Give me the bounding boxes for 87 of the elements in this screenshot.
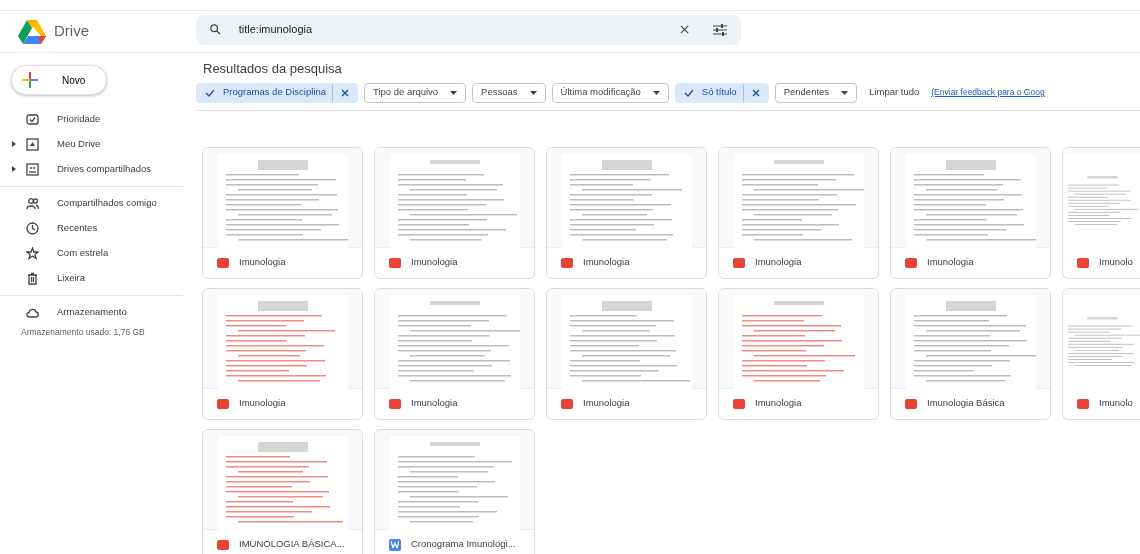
pdf-file-icon: [389, 257, 401, 268]
file-card[interactable]: Imunologia: [718, 287, 879, 420]
sidebar-item[interactable]: Armazenamento: [0, 300, 196, 325]
feedback-link[interactable]: (Enviar feedback para o Goog: [931, 86, 1045, 99]
pdf-file-icon: [905, 257, 917, 268]
file-card[interactable]: Imunologia: [202, 146, 363, 279]
file-name: Imunologia: [239, 255, 286, 270]
file-name: Imunologia: [583, 396, 630, 411]
pdf-file-icon: [733, 257, 745, 268]
filter-chip[interactable]: Pessoas: [472, 82, 546, 103]
search-field[interactable]: title:imunologia: [236, 20, 664, 39]
filter-chip[interactable]: Só título: [674, 82, 769, 103]
file-name: Imunolo: [1099, 255, 1133, 270]
cloud-icon: [26, 306, 39, 319]
check-icon: [683, 88, 694, 97]
shared-drives-icon: [26, 163, 39, 176]
filter-chip[interactable]: Pendentes: [774, 82, 858, 103]
drive-logo-icon: [18, 19, 46, 44]
app-title: Drive: [54, 21, 89, 42]
priority-icon: [26, 113, 39, 126]
file-name: Imunologia: [927, 255, 974, 270]
filter-chip[interactable]: Tipo de arquivo: [363, 82, 467, 103]
storage-usage-text: Armazenamento usado: 1,76 GB: [20, 326, 146, 339]
people-icon: [26, 197, 39, 210]
sidebar-item[interactable]: Drives compartilhados: [0, 157, 183, 182]
drive-icon: [26, 138, 39, 151]
pdf-file-icon: [217, 398, 229, 409]
pdf-file-icon: [389, 398, 401, 409]
filter-chip[interactable]: Última modificação: [551, 82, 669, 103]
plus-icon: [22, 72, 38, 88]
pdf-file-icon: [561, 257, 573, 268]
caret-icon: [450, 90, 458, 95]
file-card[interactable]: Imunologia: [374, 146, 535, 279]
file-name: Imunologia: [755, 255, 802, 270]
expand-arrow-icon[interactable]: [12, 166, 16, 173]
clock-icon: [26, 222, 39, 235]
file-name: Imunolo: [1099, 396, 1133, 411]
sidebar-item[interactable]: Recentes: [0, 216, 183, 241]
file-card[interactable]: IMUNOLOGIA BÁSICA...: [202, 428, 363, 554]
file-card[interactable]: Imunolo: [1062, 146, 1140, 279]
file-name: IMUNOLOGIA BÁSICA...: [239, 537, 345, 552]
file-name: Imunologia Básica: [927, 396, 1005, 411]
close-icon[interactable]: [679, 24, 689, 35]
caret-icon: [652, 90, 660, 95]
close-icon[interactable]: [751, 88, 760, 97]
word-file-icon: [389, 538, 401, 551]
file-card[interactable]: Imunologia Básica: [890, 287, 1051, 420]
file-card[interactable]: Imunologia: [718, 146, 879, 279]
sidebar-item[interactable]: Prioridade: [0, 107, 183, 132]
pdf-file-icon: [217, 539, 229, 550]
filter-chip[interactable]: Programas de Disciplina: [196, 82, 358, 103]
star-icon: [26, 247, 39, 260]
sidebar-item[interactable]: Com estrela: [0, 241, 183, 266]
trash-icon: [26, 272, 39, 285]
file-card[interactable]: Imunologia: [374, 287, 535, 420]
file-card[interactable]: Imunologia: [890, 146, 1051, 279]
sidebar-item[interactable]: Lixeira: [0, 266, 183, 291]
new-button[interactable]: Novo: [11, 65, 107, 95]
pdf-file-icon: [1077, 398, 1089, 409]
expand-arrow-icon[interactable]: [12, 141, 16, 148]
clear-all-link[interactable]: Limpar tudo: [863, 85, 926, 100]
pdf-file-icon: [217, 257, 229, 268]
caret-icon: [841, 90, 849, 95]
search-field[interactable]: title:imunologia: [196, 14, 741, 45]
sidebar-item[interactable]: Meu Drive: [0, 132, 183, 157]
file-name: Imunologia: [411, 396, 458, 411]
pdf-file-icon: [905, 398, 917, 409]
file-card[interactable]: Imunologia: [202, 287, 363, 420]
file-name: Imunologia: [239, 396, 286, 411]
results-title: Resultados da pesquisa: [203, 60, 343, 78]
file-name: Imunologia: [755, 396, 802, 411]
pdf-file-icon: [733, 398, 745, 409]
file-name: Cronograma Imunologi...: [411, 537, 516, 552]
pdf-file-icon: [1077, 257, 1089, 268]
filter-settings-icon[interactable]: [713, 23, 727, 36]
sidebar-item[interactable]: Compartilhados comigo: [0, 191, 183, 216]
file-card[interactable]: Imunolo: [1062, 287, 1140, 420]
search-icon: [210, 23, 221, 36]
file-name: Imunologia: [411, 255, 458, 270]
file-card[interactable]: Cronograma Imunologi...: [374, 428, 535, 554]
file-card[interactable]: Imunologia: [546, 287, 707, 420]
close-icon[interactable]: [340, 88, 349, 97]
check-icon: [205, 88, 215, 97]
file-card[interactable]: Imunologia: [546, 146, 707, 279]
pdf-file-icon: [561, 398, 573, 409]
file-name: Imunologia: [583, 255, 630, 270]
caret-icon: [529, 90, 537, 95]
